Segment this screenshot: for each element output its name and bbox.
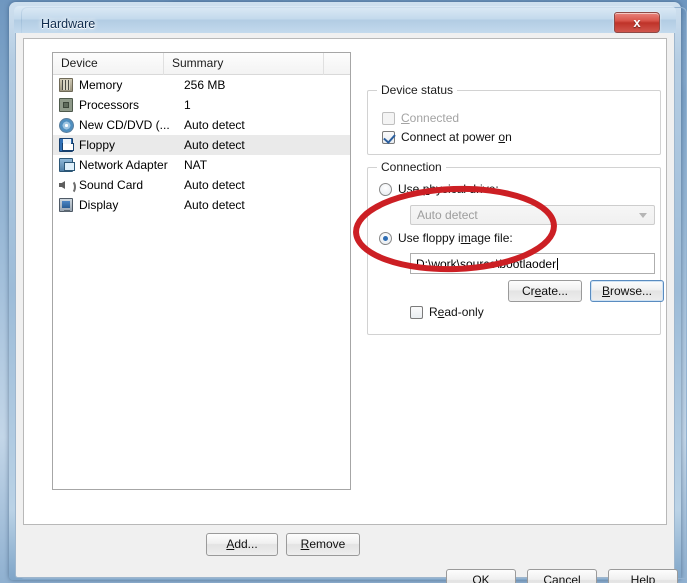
connect-at-power-on-checkbox[interactable]: Connect at power on	[382, 130, 582, 146]
use-physical-drive-radio-box[interactable]	[379, 183, 392, 196]
physical-drive-value: Auto detect	[417, 208, 478, 222]
device-summary: Auto detect	[184, 178, 245, 192]
device-name: Processors	[79, 98, 140, 112]
device-name: Display	[79, 198, 119, 212]
connected-label: Connected	[401, 111, 460, 125]
connected-checkbox: Connected	[382, 111, 582, 127]
cd-dvd-icon	[58, 117, 78, 133]
memory-icon-glyph	[59, 78, 73, 92]
use-physical-drive-label: Use physical drive:	[398, 182, 499, 196]
browse-button[interactable]: Browse...	[590, 280, 664, 302]
column-header-device[interactable]: Device	[53, 53, 164, 75]
floppy-image-path-value: D:\work\source\bootlaoder	[416, 257, 557, 271]
device-summary: Auto detect	[184, 198, 245, 212]
dialog-client-area: Device Summary Memory 256 MB Processors 1 Ne…	[15, 33, 678, 583]
display-icon	[58, 197, 78, 213]
read-only-label: Read-only	[429, 305, 484, 319]
device-name: Sound Card	[79, 178, 144, 192]
column-header-summary[interactable]: Summary	[164, 53, 324, 75]
table-row[interactable]: Sound Card Auto detect	[53, 175, 350, 195]
table-row[interactable]: Processors 1	[53, 95, 350, 115]
connect-at-power-on-checkbox-box[interactable]	[382, 131, 395, 144]
column-header-blank[interactable]	[324, 53, 350, 75]
device-list-rows: Memory 256 MB Processors 1 New CD/DVD (... Au…	[53, 75, 350, 215]
add-button[interactable]: Add...	[206, 533, 278, 556]
window-title: Hardware	[41, 17, 96, 31]
chevron-down-icon	[639, 213, 647, 218]
connection-title: Connection	[377, 160, 446, 174]
floppy-image-path-input[interactable]: D:\work\source\bootlaoder	[410, 253, 655, 274]
use-floppy-image-radio[interactable]: Use floppy image file:	[379, 231, 599, 247]
table-row[interactable]: Network Adapter NAT	[53, 155, 350, 175]
device-summary: 1	[184, 98, 191, 112]
remove-button[interactable]: Remove	[286, 533, 360, 556]
display-icon-glyph	[59, 198, 73, 212]
device-status-group: Device status Connected Connect at power…	[367, 83, 661, 155]
memory-icon	[58, 77, 78, 93]
device-list[interactable]: Device Summary Memory 256 MB Processors 1 Ne…	[52, 52, 351, 490]
use-physical-drive-radio[interactable]: Use physical drive:	[379, 182, 599, 198]
device-name: Memory	[79, 78, 123, 92]
read-only-checkbox-box[interactable]	[410, 306, 423, 319]
create-button-label: Create...	[521, 284, 569, 298]
connected-checkbox-box	[382, 112, 395, 125]
table-row[interactable]: Display Auto detect	[53, 195, 350, 215]
sound-card-icon-glyph	[59, 178, 76, 194]
help-button[interactable]: Help	[608, 569, 678, 583]
connect-at-power-on-label: Connect at power on	[401, 130, 512, 144]
device-summary: 256 MB	[184, 78, 226, 92]
text-caret	[557, 258, 559, 270]
read-only-checkbox[interactable]: Read-only	[410, 305, 610, 321]
network-adapter-icon-glyph	[59, 158, 75, 172]
device-summary: Auto detect	[184, 118, 245, 132]
device-status-title: Device status	[377, 83, 458, 97]
processor-icon	[58, 97, 78, 113]
table-row[interactable]: Memory 256 MB	[53, 75, 350, 95]
device-summary: NAT	[184, 158, 208, 172]
connection-group: Connection Use physical drive: Auto dete…	[367, 160, 664, 335]
device-name: Network Adapter	[79, 158, 168, 172]
cd-dvd-icon-glyph	[59, 118, 74, 133]
sound-card-icon	[58, 177, 78, 194]
device-name: New CD/DVD (...	[79, 118, 170, 132]
network-adapter-icon	[58, 157, 78, 173]
physical-drive-select: Auto detect	[410, 205, 655, 225]
use-floppy-image-label: Use floppy image file:	[398, 231, 513, 245]
browse-button-label: Browse...	[601, 284, 653, 298]
close-icon[interactable]: x	[614, 12, 660, 33]
floppy-icon-glyph	[59, 138, 74, 152]
table-row[interactable]: Floppy Auto detect	[53, 135, 350, 155]
title-bar: Hardware x	[14, 6, 676, 33]
device-summary: Auto detect	[184, 138, 245, 152]
hardware-content-panel: Device Summary Memory 256 MB Processors 1 Ne…	[23, 38, 667, 556]
cancel-button[interactable]: Cancel	[527, 569, 597, 583]
device-list-header: Device Summary	[53, 53, 350, 75]
table-row[interactable]: New CD/DVD (... Auto detect	[53, 115, 350, 135]
add-button-label: Add...	[226, 537, 258, 551]
processor-icon-glyph	[59, 98, 73, 112]
device-name: Floppy	[79, 138, 116, 152]
floppy-icon	[58, 137, 78, 153]
remove-button-label: Remove	[300, 537, 346, 551]
ok-button[interactable]: OK	[446, 569, 516, 583]
create-button[interactable]: Create...	[508, 280, 582, 302]
use-floppy-image-radio-box[interactable]	[379, 232, 392, 245]
